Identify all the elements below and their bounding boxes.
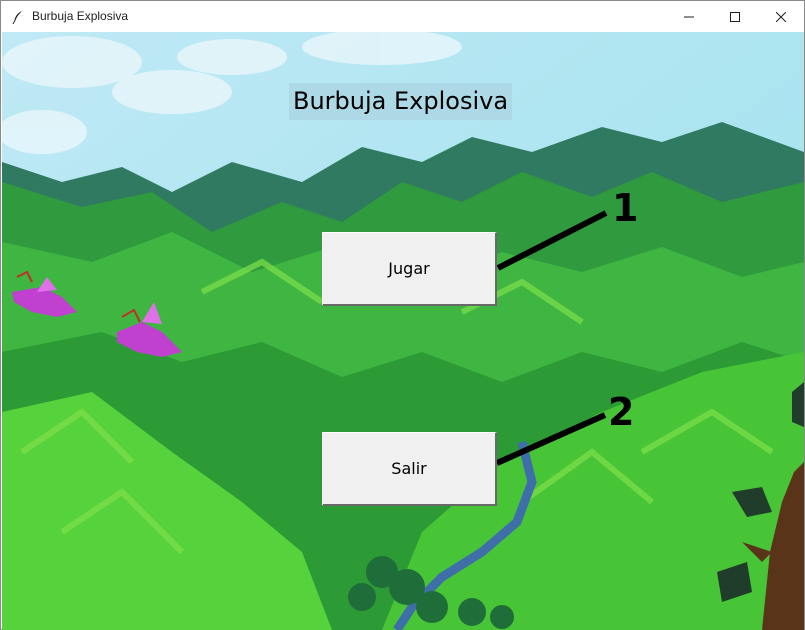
feather-icon <box>11 9 25 25</box>
close-icon <box>776 11 786 22</box>
title-bar[interactable]: Burbuja Explosiva <box>1 1 804 32</box>
app-window: Burbuja Explosiva Burbuja Explosiva Juga… <box>0 0 805 630</box>
close-button[interactable] <box>758 1 804 32</box>
minimize-icon <box>684 16 694 17</box>
play-button[interactable]: Jugar <box>322 232 497 306</box>
game-canvas[interactable]: Burbuja Explosiva Jugar Salir 1 2 <box>2 32 804 630</box>
game-title: Burbuja Explosiva <box>289 83 513 120</box>
exit-button[interactable]: Salir <box>322 432 497 506</box>
annotation-number-1: 1 <box>612 186 639 230</box>
background-scene <box>2 32 804 630</box>
minimize-button[interactable] <box>666 1 712 32</box>
annotation-number-2: 2 <box>608 390 635 434</box>
window-title: Burbuja Explosiva <box>32 9 129 23</box>
maximize-button[interactable] <box>712 1 758 32</box>
maximize-icon <box>730 11 740 22</box>
